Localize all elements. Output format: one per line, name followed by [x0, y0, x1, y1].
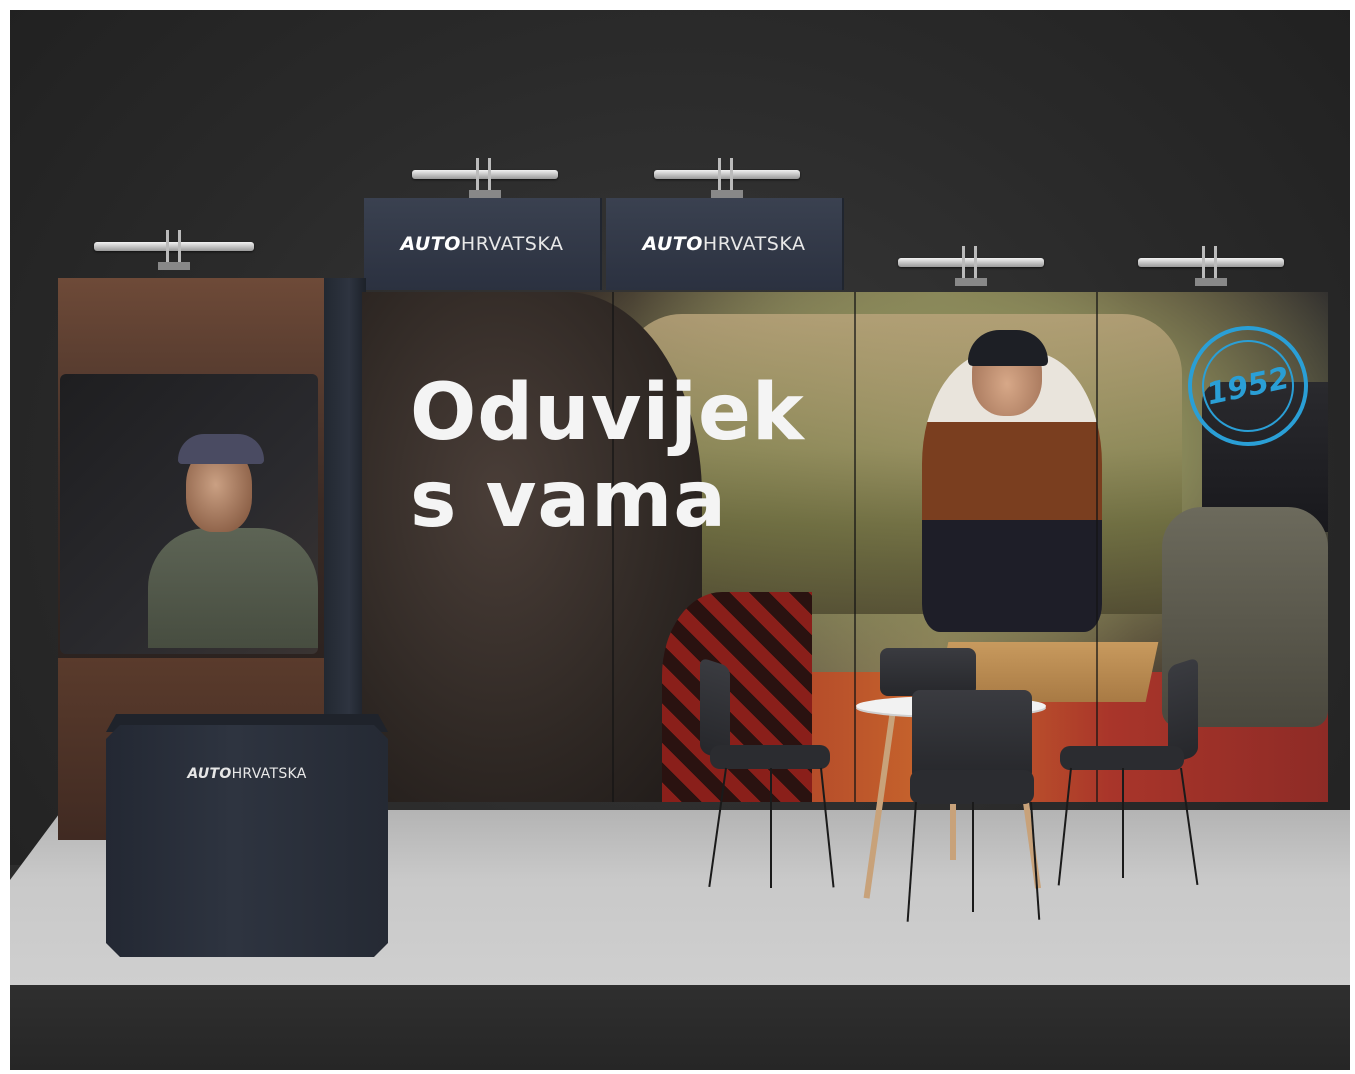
reception-counter [106, 725, 388, 957]
exhibition-booth-scene: AUTO HRVATSKA AUTO HRVATSKA Oduvijek s vam… [10, 10, 1350, 1070]
chair-leg [1122, 768, 1124, 878]
chair-seat [910, 770, 1034, 804]
headline-text: Oduvijek s vama [410, 368, 805, 546]
chair-seat [1060, 746, 1184, 770]
chair-back [880, 648, 976, 696]
chair-leg [972, 802, 974, 912]
spotlight-lamp [1138, 246, 1284, 286]
driver-cap [178, 434, 264, 464]
counter-logo: AUTOHRVATSKA [106, 766, 388, 782]
spotlight-lamp [94, 230, 254, 270]
logo-auto-text: AUTO [187, 766, 232, 782]
panel-seam [1096, 292, 1098, 802]
stage-front-edge [10, 985, 1350, 1070]
logo-hrvatska-text: HRVATSKA [702, 233, 806, 255]
header-sign: AUTO HRVATSKA [606, 198, 844, 290]
logo-auto-text: AUTO [642, 233, 703, 255]
chair-leg [770, 768, 772, 888]
chair-seat [710, 745, 830, 769]
chair-back [912, 690, 1032, 780]
logo-hrvatska-text: HRVATSKA [460, 233, 564, 255]
logo-auto-text: AUTO [400, 233, 461, 255]
spotlight-lamp [412, 158, 558, 198]
spotlight-lamp [654, 158, 800, 198]
panel-seam [854, 292, 856, 802]
spotlight-lamp [898, 246, 1044, 286]
driver-figure [148, 528, 318, 648]
logo-hrvatska-text: HRVATSKA [231, 766, 307, 782]
plaid-shirt [662, 592, 812, 802]
header-sign: AUTO HRVATSKA [364, 198, 602, 290]
